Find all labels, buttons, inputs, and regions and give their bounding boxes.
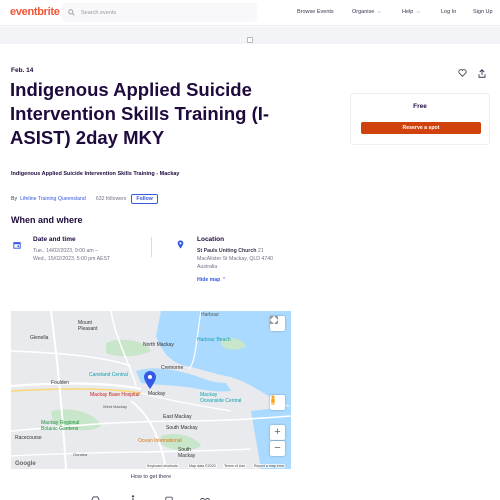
map-label-racecourse: Racecourse: [15, 435, 42, 441]
search-placeholder: Search events: [81, 9, 117, 16]
map-label-south-mackay: South Mackay: [166, 425, 198, 431]
plus-icon: +: [274, 426, 281, 438]
reserve-spot-button[interactable]: Reserve a spot: [361, 122, 481, 134]
location-icon-wrap: [177, 236, 184, 254]
pegman-icon: [271, 395, 275, 405]
map-label-west-mackay: West Mackay: [103, 404, 127, 409]
event-date-short: Feb. 14: [11, 67, 34, 74]
map-label-mackay-oceanside: Mackay Oceanside Central: [200, 392, 242, 404]
map-label-north-mackay: North Mackay: [143, 342, 174, 348]
transit-option[interactable]: [165, 490, 173, 500]
search-icon: [68, 9, 75, 16]
location-address: St Pauls Uniting Church 21 MacAlister St…: [197, 247, 307, 271]
fullscreen-button[interactable]: [270, 316, 285, 331]
drive-option[interactable]: [91, 490, 100, 500]
organizer-line: By Lifeline Training Queensland 632 foll…: [11, 194, 158, 204]
date-line-2: Wed., 15/02/2023, 5:00 pm AEST: [33, 256, 111, 262]
when-where-heading: When and where: [11, 215, 83, 225]
calendar-icon: [13, 242, 21, 249]
hide-map-label: Hide map: [197, 277, 221, 283]
map-label-ocean-international: Ocean International: [138, 438, 182, 444]
nav-organise-label: Organise: [352, 9, 375, 15]
heart-icon: [457, 69, 467, 77]
by-prefix: By: [11, 196, 18, 202]
car-icon: [91, 496, 100, 500]
broken-image-icon: [247, 37, 253, 43]
map-label-mackay-base-hospital: Mackay Base Hospital: [90, 392, 140, 398]
bike-icon: [200, 498, 210, 500]
map-report-error-link[interactable]: Report a map error: [253, 464, 286, 468]
event-summary: Indigenous Applied Suicide Intervention …: [11, 171, 180, 177]
date-line-1: Tue., 14/02/2023, 9:00 am –: [33, 248, 98, 254]
share-button[interactable]: [476, 67, 488, 79]
map-label-ooralea: Ooralea: [73, 452, 88, 457]
event-banner: [0, 27, 500, 44]
map-label-botanic-gardens: Mackay Regional Botanic Gardens: [41, 420, 80, 432]
walk-option[interactable]: [130, 490, 136, 500]
event-title: Indigenous Applied Suicide Intervention …: [10, 79, 270, 148]
fullscreen-icon: [270, 316, 278, 324]
map-label-harbour-beach: Harbour Beach: [197, 337, 231, 343]
map-label-mackay: Mackay: [148, 391, 166, 397]
address-line-2: MacAlister St Mackay, QLD 4740: [197, 256, 274, 262]
map-label-foulden: Foulden: [51, 380, 70, 386]
column-divider: [151, 237, 152, 257]
address-line-1: 21: [257, 248, 264, 254]
address-line-3: Australia: [197, 264, 218, 270]
top-header: eventbrite Search events Browse Events O…: [0, 0, 500, 26]
location-title: Location: [197, 236, 225, 243]
walk-icon: [131, 495, 135, 500]
map-terms-link[interactable]: Terms of Use: [223, 464, 247, 468]
like-button[interactable]: [456, 67, 468, 79]
cycle-option[interactable]: [200, 490, 210, 500]
location-block: Location St Pauls Uniting Church 21 MacA…: [197, 236, 307, 283]
organizer-link[interactable]: Lifeline Training Queensland: [20, 196, 86, 202]
street-view-button[interactable]: [270, 395, 285, 410]
map-label-cremorne: Cremorne: [161, 365, 184, 371]
nav-help[interactable]: Help ⌵: [402, 9, 420, 15]
location-pin-icon: [177, 240, 184, 249]
followers-count: 632 followers: [95, 196, 127, 202]
map-data-credit: Map data ©2023: [188, 464, 217, 468]
date-time-block: Date and time Tue., 14/02/2023, 9:00 am …: [33, 236, 145, 263]
bus-icon: [165, 496, 173, 500]
map-canvas: [11, 311, 291, 469]
location-map[interactable]: Harbour Mount Pleasant Glenella North Ma…: [11, 311, 291, 469]
minus-icon: −: [274, 442, 281, 454]
google-logo: Google: [15, 461, 36, 467]
zoom-in-button[interactable]: +: [270, 425, 285, 440]
map-label-harbour: Harbour: [201, 312, 220, 318]
map-label-caneland-central: Caneland Central: [89, 372, 128, 378]
search-input[interactable]: Search events: [62, 3, 257, 22]
map-keyboard-shortcuts[interactable]: Keyboard shortcuts: [146, 464, 179, 468]
map-event-pin: [144, 371, 156, 389]
chevron-down-icon: ⌵: [416, 9, 421, 15]
nav-login[interactable]: Log In: [441, 9, 456, 15]
share-icon: [478, 68, 486, 78]
chevron-up-icon: ⌃: [221, 277, 227, 283]
hide-map-link[interactable]: Hide map ⌃: [197, 277, 307, 283]
map-label-glenella: Glenella: [30, 335, 49, 341]
map-label-east-mackay: East Mackay: [163, 414, 192, 420]
ticket-price: Free: [413, 103, 427, 110]
zoom-out-button[interactable]: −: [270, 441, 285, 456]
nav-browse-events[interactable]: Browse Events: [297, 9, 334, 15]
map-label-mount-pleasant: Mount Pleasant: [78, 320, 98, 332]
eventbrite-logo[interactable]: eventbrite: [10, 6, 60, 18]
chevron-down-icon: ⌵: [377, 9, 382, 15]
map-label-south-mackay-2: South Mackay: [178, 447, 196, 459]
nav-organise[interactable]: Organise ⌵: [352, 9, 381, 15]
directions-heading: How to get there: [130, 474, 172, 480]
nav-signup[interactable]: Sign Up: [473, 9, 493, 15]
follow-button[interactable]: Follow: [131, 194, 158, 204]
date-time-text: Tue., 14/02/2023, 9:00 am – Wed., 15/02/…: [33, 247, 145, 263]
date-time-title: Date and time: [33, 236, 76, 243]
date-icon-wrap: [13, 236, 21, 254]
venue-name: St Pauls Uniting Church: [197, 248, 257, 254]
nav-help-label: Help: [402, 9, 414, 15]
ticket-card: Free Reserve a spot: [350, 93, 490, 145]
